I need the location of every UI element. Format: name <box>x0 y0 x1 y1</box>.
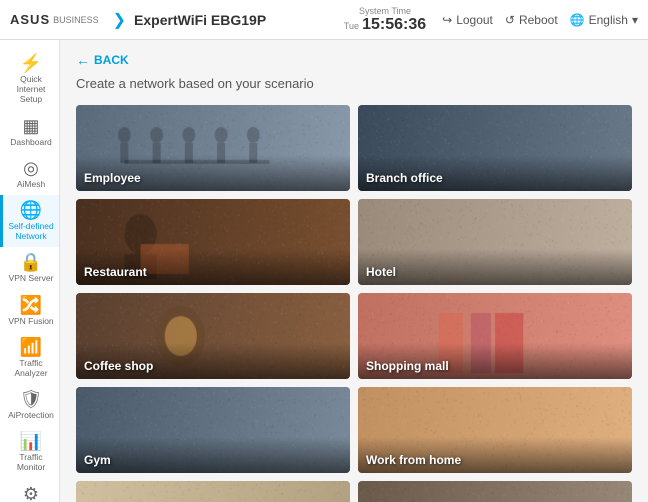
system-time-block: System Time Tue 15:56:36 <box>344 6 426 34</box>
sidebar-item-aiprotection[interactable]: 🛡 AiProtection <box>0 384 59 426</box>
scenario-label-shopping-mall: Shopping mall <box>366 359 449 373</box>
header-time: 15:56:36 <box>362 16 426 34</box>
sidebar-label-vpn-server: VPN Server <box>9 273 54 283</box>
sidebar-item-traffic-monitor[interactable]: 📊 Traffic Monitor <box>0 426 59 478</box>
reboot-icon: ↺ <box>505 13 515 27</box>
business-label: BUSINESS <box>53 15 99 25</box>
language-selector[interactable]: 🌐 English ▾ <box>570 13 638 27</box>
header-device-name: ExpertWiFi EBG19P <box>134 12 266 28</box>
scenario-card-scenario-10[interactable] <box>358 481 632 502</box>
asus-logo: ASUS BUSINESS <box>10 12 99 27</box>
sidebar-item-quick-setup[interactable]: ⚡ Quick Internet Setup <box>0 48 59 111</box>
sidebar-label-self-defined-network: Self-defined Network <box>7 221 55 241</box>
language-label: English <box>589 13 628 27</box>
scenario-card-branch-office[interactable]: Branch office <box>358 105 632 191</box>
header-day: Tue <box>344 21 359 31</box>
sidebar-label-traffic-monitor: Traffic Monitor <box>7 452 55 472</box>
back-label: BACK <box>94 53 129 67</box>
sidebar-label-aimesh: AiMesh <box>17 179 45 189</box>
scenario-label-gym: Gym <box>84 453 111 467</box>
system-time-label: System Time <box>359 6 411 16</box>
scenario-image-scenario-10 <box>358 481 632 502</box>
sidebar: ⚡ Quick Internet Setup ▦ Dashboard ◎ AiMesh 🌐 S… <box>0 40 60 502</box>
sidebar-label-dashboard: Dashboard <box>10 137 52 147</box>
asus-text: ASUS <box>10 12 50 27</box>
header-actions: ↪ Logout ↺ Reboot 🌐 English ▾ <box>442 13 638 27</box>
scenario-label-restaurant: Restaurant <box>84 265 147 279</box>
settings-icon: ⚙ <box>23 485 39 502</box>
sidebar-label-traffic-analyzer: Traffic Analyzer <box>7 358 55 378</box>
logout-label: Logout <box>456 13 493 27</box>
chevron-down-icon: ▾ <box>632 13 638 27</box>
scenario-card-employee[interactable]: Employee <box>76 105 350 191</box>
header: ASUS BUSINESS ❯ ExpertWiFi EBG19P System… <box>0 0 648 40</box>
scenario-card-scenario-9[interactable] <box>76 481 350 502</box>
scenario-label-hotel: Hotel <box>366 265 396 279</box>
scenario-label-employee: Employee <box>84 171 141 185</box>
scenario-label-branch-office: Branch office <box>366 171 443 185</box>
vpn-fusion-icon: 🔀 <box>20 296 42 314</box>
sidebar-item-self-defined-network[interactable]: 🌐 Self-defined Network <box>0 195 59 247</box>
back-arrow-icon: ← <box>76 52 90 68</box>
sidebar-label-vpn-fusion: VPN Fusion <box>8 316 53 326</box>
sidebar-item-vpn-server[interactable]: 🔒 VPN Server <box>0 247 59 289</box>
scenario-image-hotel <box>358 199 632 285</box>
scenario-image-scenario-9 <box>76 481 350 502</box>
traffic-monitor-icon: 📊 <box>20 432 42 450</box>
sidebar-label-aiprotection: AiProtection <box>8 410 54 420</box>
scenario-card-shopping-mall[interactable]: Shopping mall <box>358 293 632 379</box>
main-layout: ⚡ Quick Internet Setup ▦ Dashboard ◎ AiMesh 🌐 S… <box>0 40 648 502</box>
scenario-card-work-from-home[interactable]: Work from home <box>358 387 632 473</box>
sidebar-item-vpn-fusion[interactable]: 🔀 VPN Fusion <box>0 290 59 332</box>
logout-icon: ↪ <box>442 13 452 27</box>
scenario-card-restaurant[interactable]: Restaurant <box>76 199 350 285</box>
back-button[interactable]: ← BACK <box>76 52 632 68</box>
globe-icon: 🌐 <box>570 13 585 27</box>
scenario-image-gym <box>76 387 350 473</box>
content-area: ← BACK Create a network based on your sc… <box>60 40 648 502</box>
reboot-label: Reboot <box>519 13 558 27</box>
scenario-label-coffee-shop: Coffee shop <box>84 359 153 373</box>
dashboard-icon: ▦ <box>22 117 39 135</box>
scenario-card-hotel[interactable]: Hotel <box>358 199 632 285</box>
header-chevron-icon: ❯ <box>113 10 126 30</box>
scenario-card-gym[interactable]: Gym <box>76 387 350 473</box>
sidebar-item-aimesh[interactable]: ◎ AiMesh <box>0 153 59 195</box>
scenario-grid: Employee Branch office Restaurant Hotel Coff… <box>76 105 632 502</box>
page-title: Create a network based on your scenario <box>76 76 632 91</box>
sidebar-item-settings[interactable]: ⚙Settings <box>0 479 59 502</box>
self-defined-network-icon: 🌐 <box>20 201 42 219</box>
scenario-label-work-from-home: Work from home <box>366 453 461 467</box>
sidebar-item-dashboard[interactable]: ▦ Dashboard <box>0 111 59 153</box>
vpn-server-icon: 🔒 <box>20 253 42 271</box>
aiprotection-icon: 🛡 <box>20 390 43 408</box>
logout-button[interactable]: ↪ Logout <box>442 13 493 27</box>
traffic-analyzer-icon: 📶 <box>20 338 42 356</box>
sidebar-label-quick-setup: Quick Internet Setup <box>7 74 55 105</box>
reboot-button[interactable]: ↺ Reboot <box>505 13 558 27</box>
quick-setup-icon: ⚡ <box>20 54 42 72</box>
sidebar-item-traffic-analyzer[interactable]: 📶 Traffic Analyzer <box>0 332 59 384</box>
aimesh-icon: ◎ <box>23 159 39 177</box>
scenario-card-coffee-shop[interactable]: Coffee shop <box>76 293 350 379</box>
